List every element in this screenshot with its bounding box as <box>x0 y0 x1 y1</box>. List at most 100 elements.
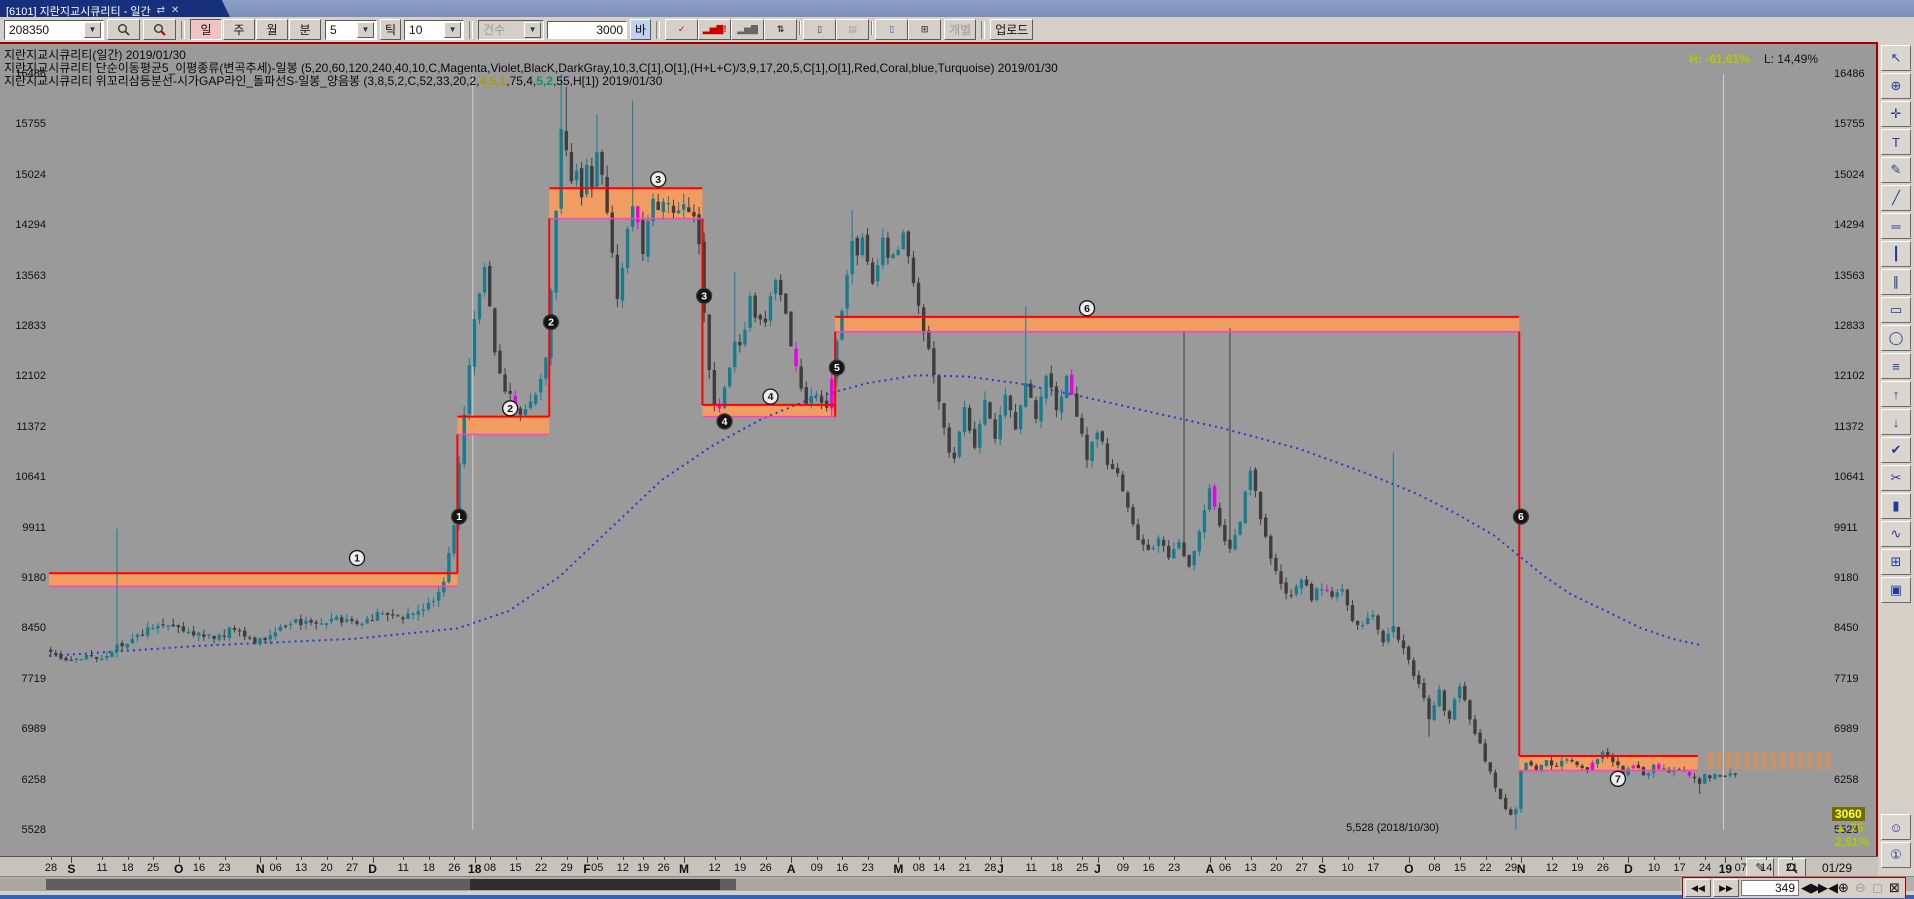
circle-one-button[interactable]: ① <box>1881 842 1911 868</box>
y-axis-label-right: 6989 <box>1834 723 1878 735</box>
arrow-down-button[interactable]: ↓ <box>1881 409 1911 435</box>
minute-combo[interactable]: 5 ▼ <box>325 20 377 40</box>
y-axis-label-left: 5528 <box>2 824 46 836</box>
pencil-tool-icon: ✎ <box>1891 162 1902 178</box>
x-axis-tick <box>1210 857 1211 863</box>
scroll-left-button[interactable]: ◀◀ <box>1685 879 1711 897</box>
x-axis-tick <box>817 857 818 860</box>
y-axis-label-left: 12833 <box>2 320 46 332</box>
x-axis-tick <box>454 857 455 860</box>
x-axis-tick <box>475 857 476 863</box>
select-tool-button[interactable]: ↖ <box>1881 45 1911 71</box>
chevron-down-icon[interactable]: ▼ <box>357 22 374 38</box>
zoom-tool-icon: ⊕ <box>1891 78 1902 94</box>
new-document-icon: ▯ <box>817 24 822 35</box>
scroll-right-button[interactable]: ▶▶ <box>1713 879 1739 897</box>
x-axis-tick <box>429 857 430 860</box>
print-button[interactable]: ▤ <box>836 19 869 40</box>
x-axis-tick <box>643 857 644 860</box>
check-tool-button[interactable]: ✔ <box>1881 437 1911 463</box>
chevron-down-icon[interactable]: ▼ <box>84 22 101 38</box>
vline-button[interactable]: ┃ <box>1881 241 1911 267</box>
bar-unit-button[interactable]: 바 <box>630 19 651 40</box>
ellipse-tool-icon: ◯ <box>1889 330 1904 346</box>
print-icon: ▤ <box>848 24 857 35</box>
goto-latest-icon[interactable]: ▶◀ <box>1818 880 1835 896</box>
tick-combo[interactable]: 10 ▼ <box>404 20 464 40</box>
zoom-in-icon[interactable]: ⊕ <box>1835 880 1852 896</box>
close-icon[interactable]: ✕ <box>171 5 179 16</box>
x-axis-tick <box>51 857 52 860</box>
period-button-분[interactable]: 분 <box>289 19 321 40</box>
x-axis-label: 06 <box>1219 862 1231 874</box>
erase-tool-icon: ✂ <box>1891 470 1902 486</box>
x-axis-tick <box>1348 857 1349 860</box>
price-chart[interactable]: 123467123456 <box>0 44 1876 858</box>
zoom-tool-button[interactable]: ⊕ <box>1881 73 1911 99</box>
x-axis-label: N <box>1517 862 1526 876</box>
chart-scrollbar-track[interactable] <box>0 878 1680 891</box>
period-button-group: 일주월분 <box>190 19 322 40</box>
y-axis-label-right: 6258 <box>1834 774 1878 786</box>
volume-alert-button[interactable]: ▂▅▇! <box>698 19 731 40</box>
text-tool-button[interactable]: T <box>1881 129 1911 155</box>
report-button[interactable]: ▯ <box>875 19 908 40</box>
period-button-월[interactable]: 월 <box>256 19 288 40</box>
x-axis-tick <box>179 857 180 863</box>
erase-tool-button[interactable]: ✂ <box>1881 465 1911 491</box>
volume-bars-button[interactable]: ▂▅▇ <box>731 19 764 40</box>
candle-style-button[interactable]: ▮ <box>1881 493 1911 519</box>
trendline-button[interactable]: ╱ <box>1881 185 1911 211</box>
trend-check-button[interactable]: ✓ <box>665 19 698 40</box>
symbol-combo[interactable]: 208350 ▼ <box>4 20 104 40</box>
emoticon-marker-button[interactable]: ☺ <box>1881 814 1911 840</box>
count-combo: 건수 ▼ <box>478 20 544 40</box>
x-axis-tick <box>1322 857 1323 863</box>
expand-bars-icon[interactable]: ◀▶ <box>1801 880 1818 896</box>
bar-count-input[interactable] <box>547 21 627 39</box>
upload-button[interactable]: 업로드 <box>990 19 1033 40</box>
pencil-tool-button[interactable]: ✎ <box>1881 157 1911 183</box>
x-axis-tick <box>1460 857 1461 860</box>
snapshot-button[interactable]: ▣ <box>1881 577 1911 603</box>
crosshair-button[interactable]: ✛ <box>1881 101 1911 127</box>
tick-button[interactable]: 틱 <box>380 19 401 40</box>
y-axis-label-right: 13563 <box>1834 270 1878 282</box>
trend-check-icon: ✓ <box>678 24 686 35</box>
x-axis-tick <box>1679 857 1680 860</box>
grid-button[interactable]: ⊞ <box>908 19 941 40</box>
y-axis-label-left: 8450 <box>2 622 46 634</box>
hline-button[interactable]: ═ <box>1881 213 1911 239</box>
x-axis-label: 14 <box>1760 862 1772 874</box>
reset-zoom-icon[interactable]: ⊠ <box>1886 880 1903 896</box>
x-axis-tick <box>868 857 869 860</box>
arrow-up-button[interactable]: ↑ <box>1881 381 1911 407</box>
y-axis-label-left: 14294 <box>2 219 46 231</box>
sort-updown-button[interactable]: ⇅ <box>764 19 797 40</box>
line-style-button[interactable]: ∿ <box>1881 521 1911 547</box>
fibonacci-button[interactable]: ≡ <box>1881 353 1911 379</box>
current-price-tag: 3060 ▲ 75 2,51% <box>1832 807 1869 849</box>
channel-button[interactable]: ∥ <box>1881 269 1911 295</box>
x-axis-tick <box>276 857 277 860</box>
visible-bars-input[interactable] <box>1741 880 1799 896</box>
price-change: ▲ 75 <box>1832 821 1869 835</box>
ellipse-tool-button[interactable]: ◯ <box>1881 325 1911 351</box>
x-axis-tick <box>567 857 568 860</box>
x-axis-label: A <box>787 862 796 876</box>
stock-search-button[interactable] <box>107 19 140 40</box>
stock-lookup-button[interactable] <box>143 19 176 40</box>
chart-title-line3: 지란지교시큐리티 위꼬리삼등분선-시가GAP라인_돌파선S-일봉_양음봉 (3,… <box>4 72 662 89</box>
grid-toggle-button[interactable]: ⊞ <box>1881 549 1911 575</box>
link-icon[interactable]: ⇄ <box>157 5 165 16</box>
y-axis-label-left: 11372 <box>2 421 46 433</box>
x-axis-label: D <box>1624 862 1633 876</box>
period-button-일[interactable]: 일 <box>190 19 222 40</box>
new-document-button[interactable]: ▯ <box>803 19 836 40</box>
chevron-down-icon[interactable]: ▼ <box>444 22 461 38</box>
period-button-주[interactable]: 주 <box>223 19 255 40</box>
x-axis-label: 21 <box>1786 862 1798 874</box>
rect-tool-button[interactable]: ▭ <box>1881 297 1911 323</box>
toolbar-icon-group: ✓▂▅▇!▂▅▇⇅▯▤▯⊞ <box>665 19 941 40</box>
x-axis-tick <box>225 857 226 860</box>
